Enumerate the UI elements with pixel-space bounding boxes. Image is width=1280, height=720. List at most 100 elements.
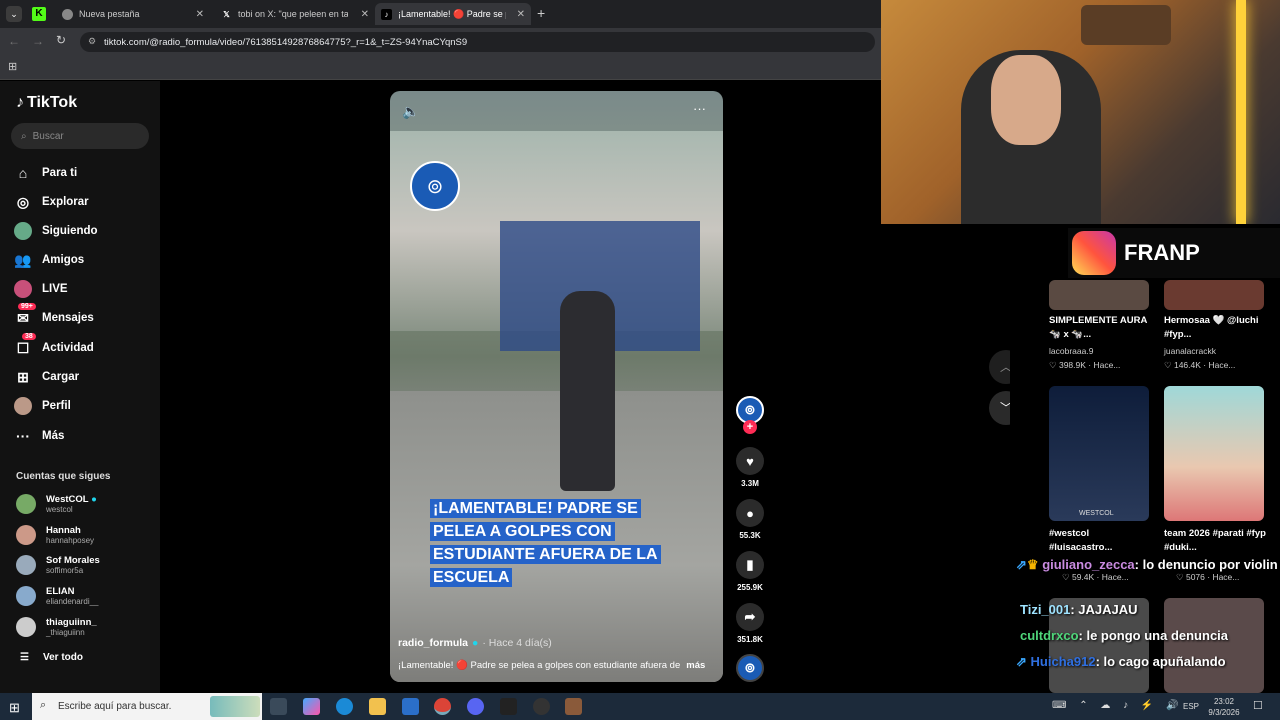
nav-amigos[interactable]: 👥 Amigos <box>14 251 84 269</box>
close-tab-icon[interactable]: ✕ <box>361 9 369 20</box>
video-overlay-headline: ¡LAMENTABLE! PADRE SE PELEA A GOLPES CON… <box>430 497 670 589</box>
obs-icon[interactable] <box>533 698 550 715</box>
following-account[interactable]: Hannah hannahposey <box>16 525 94 545</box>
url-field[interactable]: ⚙ tiktok.com/@radio_formula/video/761385… <box>80 32 875 52</box>
taskbar-search-input[interactable]: ⌕ Escribe aquí para buscar. <box>32 693 262 720</box>
avatar <box>16 494 36 514</box>
webcam-face <box>991 55 1061 145</box>
streamer-webcam <box>881 0 1280 224</box>
follow-plus-icon[interactable]: + <box>743 420 757 434</box>
following-account[interactable]: ELIAN eliandenardi__ <box>16 586 99 606</box>
tiktok-note-icon: ♪ <box>16 94 24 111</box>
nav-siguiendo[interactable]: Siguiendo <box>14 222 98 240</box>
tab-x-post[interactable]: 𝕏 tobi on X: "que peleen en tang ✕ <box>215 3 375 25</box>
video-thumbnail[interactable]: WESTCOL <box>1049 386 1149 521</box>
nav-para-ti[interactable]: ⌂ Para ti <box>14 164 77 182</box>
nav-mensajes[interactable]: ✉ 99+ Mensajes <box>14 303 94 327</box>
thumbnail-stats: ♡ 398.9K · Hace... <box>1049 360 1121 370</box>
chat-text: : le pongo una denuncia <box>1078 628 1229 643</box>
chat-message: ⇗♛ giuliano_zecca: lo denuncio por violi… <box>1016 555 1278 575</box>
music-disc-icon: ⊚ <box>736 654 764 682</box>
thumbnail-caption[interactable]: SIMPLEMENTE AURA 🐄 x 🐄... <box>1049 314 1154 342</box>
following-account[interactable]: WestCOL ● westcol <box>16 494 97 514</box>
nav-cargar[interactable]: ⊞ Cargar <box>14 368 79 386</box>
more-icon: ··· <box>16 428 30 444</box>
file-explorer-icon[interactable] <box>369 698 386 715</box>
heart-icon: ♥ <box>736 447 764 475</box>
see-all-link[interactable]: ☰ Ver todo <box>20 652 83 663</box>
nav-live[interactable]: LIVE <box>14 280 68 298</box>
thumbnail-user[interactable]: juanalacrackk <box>1164 346 1216 356</box>
video-player[interactable]: 🔈 ··· ⊚ ¡LAMENTABLE! PADRE SE PELEA A GO… <box>390 91 723 682</box>
save-button[interactable]: ▮ 255.9K <box>735 551 765 592</box>
avatar <box>16 617 36 637</box>
nav-mas[interactable]: ··· Más <box>14 427 64 445</box>
copilot-icon[interactable] <box>303 698 320 715</box>
following-account[interactable]: thiaguiinn_ _thiaguiinn <box>16 617 97 637</box>
mail-icon[interactable] <box>402 698 419 715</box>
share-button[interactable]: ➦ 351.8K <box>735 603 765 644</box>
apps-grid-icon[interactable]: ⊞ <box>8 60 17 73</box>
forward-arrow-icon[interactable]: → <box>32 34 44 48</box>
volume-icon[interactable]: 🔈 <box>402 103 419 120</box>
close-tab-icon[interactable]: ✕ <box>517 9 525 20</box>
close-tab-icon[interactable]: ✕ <box>196 9 204 20</box>
list-icon: ☰ <box>20 652 29 663</box>
video-author-row: radio_formula ● · Hace 4 día(s) <box>398 637 552 649</box>
edge-icon[interactable] <box>336 698 353 715</box>
thumbnail-caption[interactable]: team 2026 #parati #fyp #duki... <box>1164 527 1269 555</box>
avatar <box>16 525 36 545</box>
search-highlight-image <box>210 696 260 717</box>
tab-list-button[interactable]: ⌄ <box>6 6 22 22</box>
tab-new-tab[interactable]: Nueva pestaña ✕ <box>56 3 210 25</box>
video-caption: ¡Lamentable! 🔴 Padre se pelea a golpes c… <box>398 660 706 671</box>
sound-disc[interactable]: ⊚ <box>735 654 765 686</box>
thumbnail-caption[interactable]: #westcol #luisacastro... <box>1049 527 1154 555</box>
chat-username: Huicha912 <box>1030 654 1096 669</box>
clock[interactable]: 23:02 9/3/2026 <box>1204 696 1244 718</box>
avatar <box>16 555 36 575</box>
video-thumbnail[interactable] <box>1049 280 1149 310</box>
reload-icon[interactable]: ↻ <box>56 33 66 47</box>
caption-more-link[interactable]: más <box>686 660 705 671</box>
chrome-icon <box>62 8 73 20</box>
new-tab-button[interactable]: + <box>537 5 545 21</box>
notifications-icon[interactable]: ☐ <box>1253 699 1263 712</box>
chat-message: ⇗ Huicha912: lo cago apuñalando <box>1016 654 1226 670</box>
windows-start-icon[interactable]: ⊞ <box>9 700 20 716</box>
system-tray-icons[interactable]: ⌨ ⌃ ☁ ♪ ⚡ 🔊 <box>1052 700 1184 711</box>
task-view-icon[interactable] <box>270 698 287 715</box>
video-more-icon[interactable]: ··· <box>693 101 706 116</box>
site-info-icon[interactable]: ⚙ <box>88 36 96 47</box>
tiktok-logo[interactable]: ♪ TikTok <box>16 94 77 112</box>
back-arrow-icon[interactable]: ← <box>8 34 20 48</box>
comment-button[interactable]: ● 55.3K <box>735 499 765 540</box>
app-icon[interactable] <box>500 698 517 715</box>
instagram-banner: FRANP <box>1068 228 1280 278</box>
search-input[interactable]: ⌕ Buscar <box>11 123 149 149</box>
video-thumbnail[interactable] <box>1164 280 1264 310</box>
activity-icon: ☐ 38 <box>14 333 36 357</box>
nav-actividad[interactable]: ☐ 38 Actividad <box>14 333 94 357</box>
home-icon: ⌂ <box>18 165 28 181</box>
video-thumbnail[interactable] <box>1164 598 1264 693</box>
thumbnail-caption[interactable]: Hermosaa 🤍 @luchi #fyp... <box>1164 314 1269 342</box>
like-button[interactable]: ♥ 3.3M <box>735 447 765 488</box>
video-author[interactable]: radio_formula <box>398 637 468 649</box>
app-icon[interactable] <box>565 698 582 715</box>
discord-icon[interactable] <box>467 698 484 715</box>
language-indicator[interactable]: ESP <box>1183 702 1199 711</box>
thumbnail-user[interactable]: lacobraaa.9 <box>1049 346 1093 356</box>
pinned-tab-kick[interactable]: K <box>32 7 46 21</box>
messages-icon: ✉ 99+ <box>14 303 36 327</box>
tab-tiktok-video[interactable]: ♪ ¡Lamentable! 🔴 Padre se pele ✕ <box>375 3 531 25</box>
chat-badge-icon: ⇗ <box>1016 654 1027 669</box>
compass-icon: ◎ <box>16 193 30 210</box>
nav-perfil[interactable]: Perfil <box>14 397 71 415</box>
creator-avatar-button[interactable]: ⊚ + <box>735 396 765 434</box>
chrome-icon[interactable] <box>434 698 451 715</box>
following-account[interactable]: Sof Morales soffimor5a <box>16 555 100 575</box>
nav-explorar[interactable]: ◎ Explorar <box>14 193 89 211</box>
video-thumbnail[interactable] <box>1164 386 1264 521</box>
upload-icon: ⊞ <box>17 368 29 385</box>
